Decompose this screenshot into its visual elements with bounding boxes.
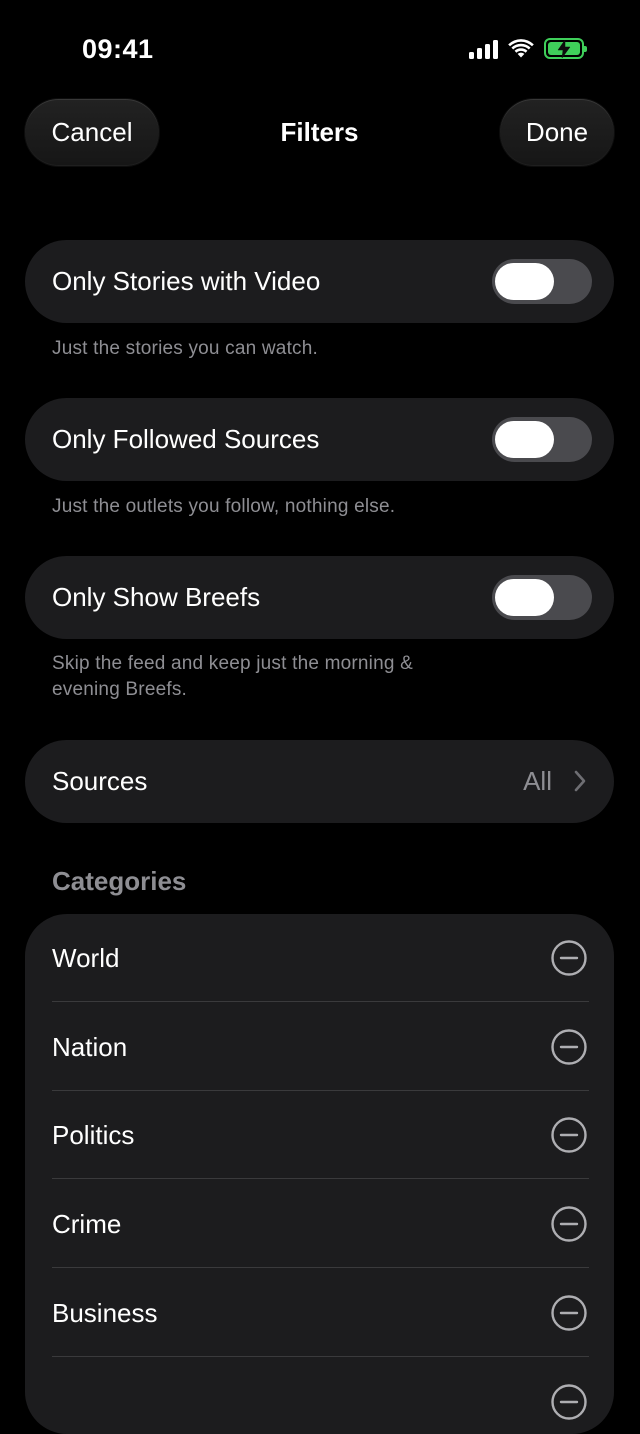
category-label: Crime bbox=[52, 1208, 122, 1239]
divider bbox=[52, 1001, 589, 1002]
only-followed-toggle[interactable] bbox=[492, 417, 592, 462]
status-bar: 09:41 bbox=[0, 0, 640, 100]
cellular-signal-icon bbox=[469, 39, 498, 59]
status-icons bbox=[469, 38, 587, 59]
toggle-knob bbox=[495, 421, 554, 458]
minus-circle-icon[interactable] bbox=[551, 1029, 587, 1065]
divider bbox=[52, 1267, 589, 1268]
category-label: Nation bbox=[52, 1031, 128, 1062]
only-breefs-caption: Skip the feed and keep just the morning … bbox=[52, 653, 413, 700]
category-row-crime: Crime bbox=[25, 1180, 614, 1268]
only-breefs-toggle[interactable] bbox=[492, 575, 592, 620]
category-row-politics: Politics bbox=[25, 1091, 614, 1179]
only-video-row: Only Stories with Video bbox=[25, 240, 614, 323]
minus-circle-icon[interactable] bbox=[551, 940, 587, 976]
only-video-label: Only Stories with Video bbox=[52, 266, 321, 296]
sources-row[interactable]: Sources All bbox=[25, 740, 614, 823]
minus-circle-icon[interactable] bbox=[551, 1117, 587, 1153]
only-video-caption: Just the stories you can watch. bbox=[52, 338, 318, 359]
status-time: 09:41 bbox=[82, 34, 154, 64]
sources-value: All bbox=[523, 766, 552, 796]
category-label: Politics bbox=[52, 1119, 135, 1150]
only-followed-row: Only Followed Sources bbox=[25, 398, 614, 481]
chevron-right-icon bbox=[574, 770, 586, 792]
minus-circle-icon[interactable] bbox=[551, 1384, 587, 1420]
wifi-icon bbox=[508, 38, 534, 57]
toggle-knob bbox=[495, 263, 554, 300]
category-row-partial bbox=[25, 1358, 614, 1434]
only-breefs-label: Only Show Breefs bbox=[52, 582, 261, 612]
category-row-nation: Nation bbox=[25, 1003, 614, 1091]
only-video-toggle[interactable] bbox=[492, 259, 592, 304]
minus-circle-icon[interactable] bbox=[551, 1206, 587, 1242]
nav-bar: Cancel Filters Done bbox=[25, 99, 614, 168]
category-row-world: World bbox=[25, 914, 614, 1002]
categories-list: World Nation Politics Crime Business bbox=[25, 914, 614, 1434]
battery-charging-icon bbox=[544, 38, 587, 59]
sources-label: Sources bbox=[52, 766, 148, 796]
categories-header: Categories bbox=[52, 866, 187, 896]
done-button[interactable]: Done bbox=[500, 99, 614, 166]
only-breefs-row: Only Show Breefs bbox=[25, 556, 614, 639]
toggle-knob bbox=[495, 579, 554, 616]
divider bbox=[52, 1178, 589, 1179]
only-followed-caption: Just the outlets you follow, nothing els… bbox=[52, 496, 396, 517]
category-label: Business bbox=[52, 1297, 158, 1328]
only-followed-label: Only Followed Sources bbox=[52, 424, 320, 454]
category-row-business: Business bbox=[25, 1269, 614, 1357]
minus-circle-icon[interactable] bbox=[551, 1295, 587, 1331]
divider bbox=[52, 1356, 589, 1357]
category-label: World bbox=[52, 942, 120, 973]
